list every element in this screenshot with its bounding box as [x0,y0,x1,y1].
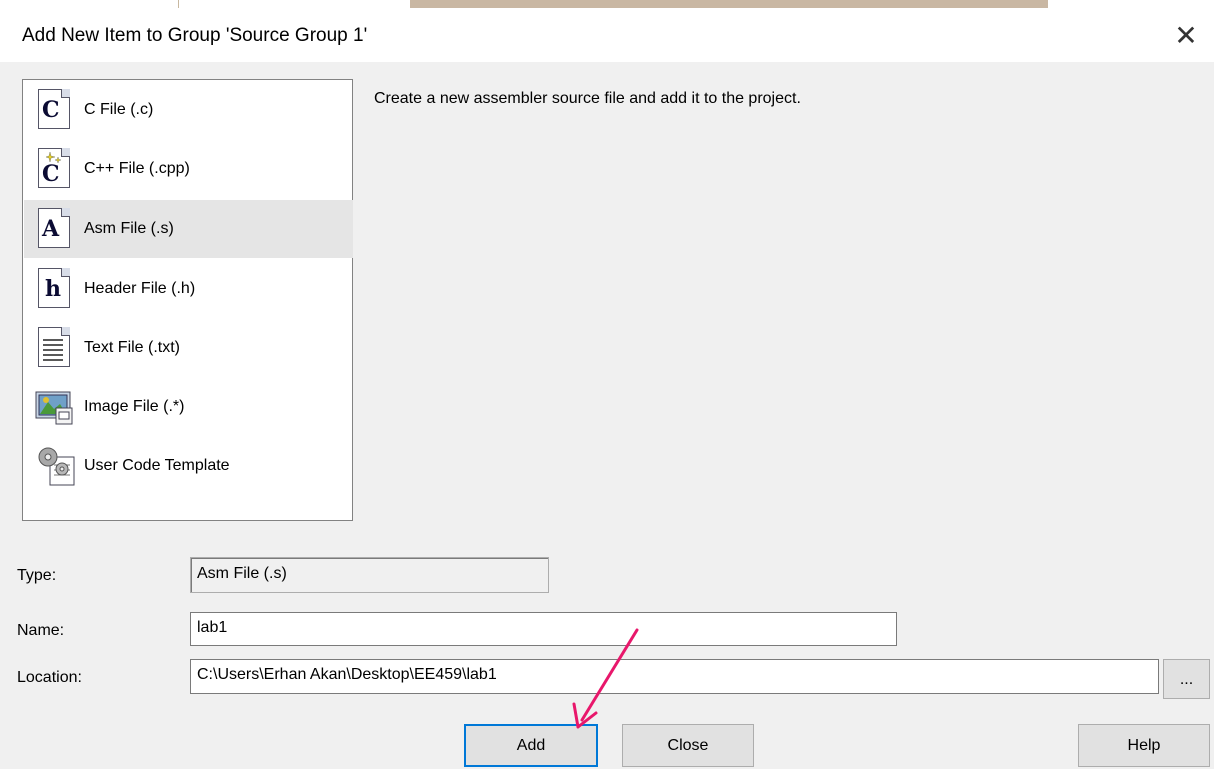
annotation-arrow-icon [572,628,639,729]
